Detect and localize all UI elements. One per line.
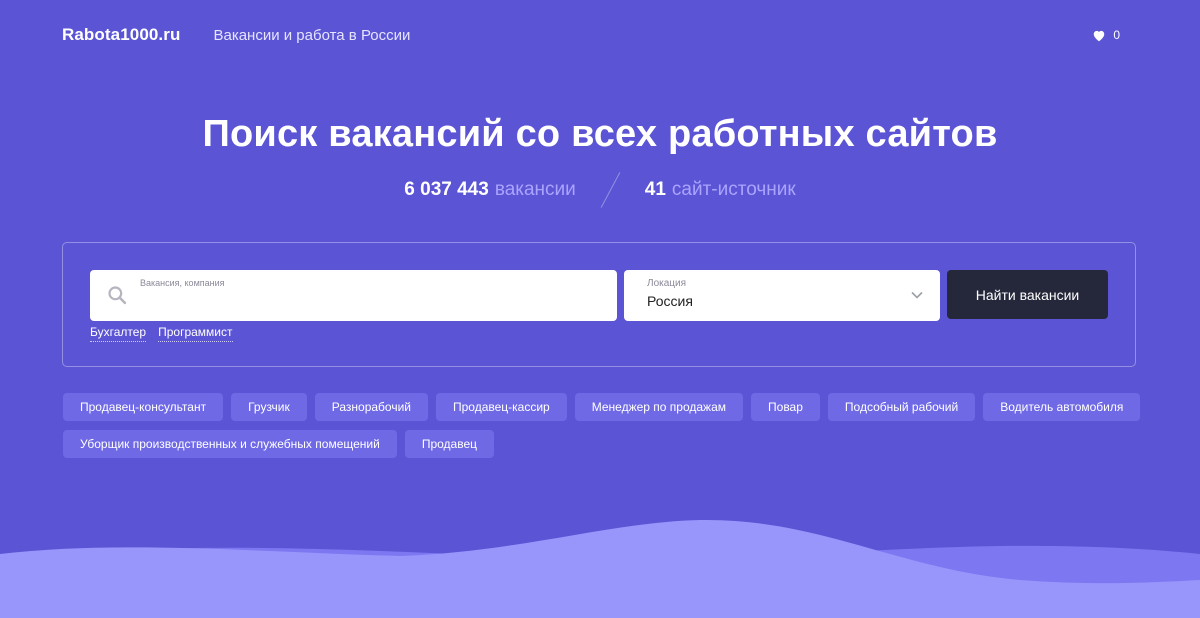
location-value: Россия <box>647 293 693 309</box>
chip-sales-cashier[interactable]: Продавец-кассир <box>436 393 567 421</box>
heart-icon <box>1094 30 1105 41</box>
query-field-label: Вакансия, компания <box>140 278 225 288</box>
stat-sources-label: сайт-источник <box>671 179 796 200</box>
query-field[interactable]: Вакансия, компания <box>90 270 617 321</box>
location-select[interactable]: Локация Россия <box>624 270 940 321</box>
site-header: Rabota1000.ru Вакансии и работа в России… <box>62 0 1138 70</box>
stat-vacancies-label: вакансии <box>494 179 576 200</box>
search-icon <box>108 286 127 305</box>
favorites-button[interactable]: 0 <box>1092 28 1120 42</box>
chip-seller[interactable]: Продавец <box>404 430 494 458</box>
query-input[interactable] <box>140 292 600 314</box>
chip-sales-consultant[interactable]: Продавец-консультант <box>63 393 224 421</box>
favorites-count: 0 <box>1113 28 1120 42</box>
stat-sources: 41 сайт-источник <box>645 179 796 201</box>
chevron-down-icon <box>911 291 923 299</box>
stat-vacancies-count: 6 037 443 <box>404 179 489 200</box>
page-title: Поиск вакансий со всех работных сайтов <box>202 113 998 155</box>
decorative-waves <box>0 519 1200 618</box>
site-tagline: Вакансии и работа в России <box>213 26 411 44</box>
search-panel: Вакансия, компания Локация Россия Найти … <box>62 242 1136 367</box>
chip-sales-manager[interactable]: Менеджер по продажам <box>574 393 744 421</box>
chip-laborer[interactable]: Разнорабочий <box>314 393 428 421</box>
quick-link-accountant[interactable]: Бухгалтер <box>90 325 147 342</box>
location-label: Локация <box>647 278 687 289</box>
quick-links: Бухгалтер Программист <box>90 325 233 342</box>
stats-bar: 6 037 443 вакансии 41 сайт-источник <box>0 170 1200 210</box>
stat-vacancies: 6 037 443 вакансии <box>404 179 576 201</box>
quick-link-programmer[interactable]: Программист <box>158 325 233 342</box>
stat-sources-count: 41 <box>644 179 666 200</box>
chip-car-driver[interactable]: Водитель автомобиля <box>983 393 1141 421</box>
chip-cook[interactable]: Повар <box>751 393 820 421</box>
stats-divider <box>600 172 621 208</box>
find-vacancies-button[interactable]: Найти вакансии <box>947 270 1108 319</box>
site-logo[interactable]: Rabota1000.ru <box>62 25 180 45</box>
chip-loader[interactable]: Грузчик <box>231 393 307 421</box>
chip-auxiliary-worker[interactable]: Подсобный рабочий <box>827 393 976 421</box>
popular-searches: Продавец-консультант Грузчик Разнорабочи… <box>63 393 1143 458</box>
chip-cleaner[interactable]: Уборщик производственных и служебных пом… <box>63 430 397 458</box>
